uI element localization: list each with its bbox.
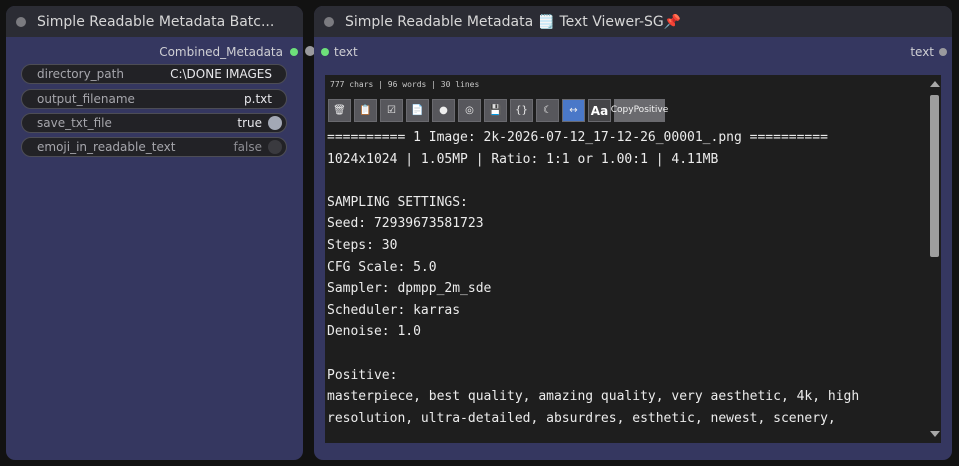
widget-value: C:\DONE IMAGES [170,67,272,81]
text-viewer-node[interactable]: Simple Readable Metadata 🗒️ Text Viewer-… [314,6,952,460]
text-line: ========== 1 Image: 2k-2026-07-12_17-12-… [327,130,828,145]
braces-icon[interactable]: {} [510,99,533,122]
text-line: Denoise: 1.0 [327,324,421,340]
output-slot-icon[interactable] [939,48,947,56]
text-line: resolution, ultra-detailed, absurdres, e… [327,410,836,426]
moon-icon[interactable]: ☾ [536,99,559,122]
save-txt-file-toggle[interactable]: save_txt_file true [21,113,287,133]
toggle-knob-icon[interactable] [268,140,282,154]
node-header[interactable]: Simple Readable Metadata Batc... [6,6,303,37]
output-slot-label: Combined_Metadata [159,45,283,59]
floppy-icon[interactable]: 💾 [484,99,507,122]
text-line: CFG Scale: 5.0 [327,259,437,275]
copy-positive-button[interactable]: Copy Positive [610,99,668,122]
output-slot-icon[interactable] [290,48,298,56]
trash-icon[interactable]: 🗑 [328,99,351,122]
input-slot-label: text [334,45,358,59]
checkbox-icon[interactable]: ☑ [380,99,403,122]
expand-icon[interactable]: ↔ [562,99,585,122]
viewer-toolbar: 🗑 📋 ☑ 📄 ● ◎ 💾 {} ☾ ↔ Aa Copy Positive [328,97,668,124]
widget-value: true [237,116,262,130]
scroll-thumb[interactable] [930,95,939,257]
text-line: Positive: [327,367,398,383]
text-line [327,343,925,365]
widget-label: save_txt_file [37,116,112,130]
copy-button-label-1: Copy [610,105,634,115]
node-title: Simple Readable Metadata 🗒️ Text Viewer-… [345,13,682,30]
batch-metadata-node[interactable]: Simple Readable Metadata Batc... Combine… [6,6,303,460]
widget-value: false [233,140,262,154]
widget-label: directory_path [37,67,124,81]
scroll-down-icon[interactable] [930,431,940,437]
text-line: Scheduler: karras [327,302,461,318]
text-stats: 777 chars | 96 words | 30 lines [330,80,480,89]
copy-button-label-2: Positive [633,105,669,115]
clipboard-icon[interactable]: 📋 [354,99,377,122]
text-line: masterpiece, best quality, amazing quali… [327,389,860,405]
toggle-knob-icon[interactable] [268,116,282,130]
document-icon[interactable]: 📄 [406,99,429,122]
node-title: Simple Readable Metadata Batc... [37,13,275,30]
text-line: Sampler: dpmpp_2m_sde [327,281,492,297]
input-slot-icon[interactable] [321,48,329,56]
node-header[interactable]: Simple Readable Metadata 🗒️ Text Viewer-… [314,6,952,37]
collapse-dot-icon[interactable] [324,16,334,27]
output-filename-widget[interactable]: output_filename p.txt [21,89,287,109]
widget-label: output_filename [37,92,135,106]
scrollbar[interactable] [927,75,941,443]
text-line: Seed: 729396735817​23 [327,216,484,232]
text-line [327,170,925,192]
output-slot-label: text [910,45,934,59]
text-line: 1024x1024 | 1.05MP | Ratio: 1:1 or 1.00:… [327,151,719,167]
directory-path-widget[interactable]: directory_path C:\DONE IMAGES [21,64,287,84]
circle-icon[interactable]: ● [432,99,455,122]
widget-value: p.txt [244,92,272,106]
text-viewer-panel[interactable]: 777 chars | 96 words | 30 lines 🗑 📋 ☑ 📄 … [325,75,941,443]
metadata-text[interactable]: ========== 1 Image: 2k-2026-07-12_17-12-… [327,127,925,429]
text-line: Steps: 30 [327,237,398,253]
emoji-readable-text-toggle[interactable]: emoji_in_readable_text false [21,137,287,157]
target-icon[interactable]: ◎ [458,99,481,122]
font-size-button[interactable]: Aa [588,99,611,122]
widget-label: emoji_in_readable_text [37,140,176,154]
collapse-dot-icon[interactable] [16,16,26,27]
scroll-up-icon[interactable] [930,81,940,87]
text-line: SAMPLING SETTINGS: [327,194,468,210]
